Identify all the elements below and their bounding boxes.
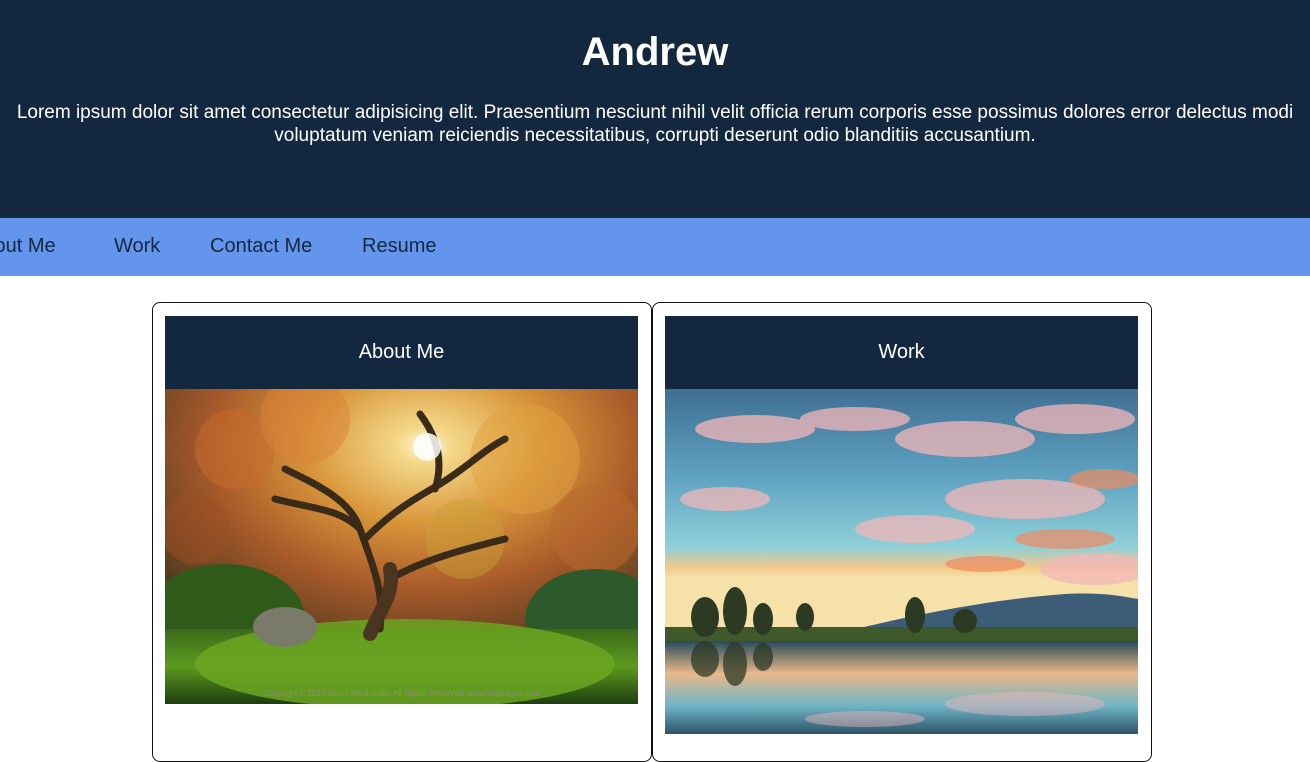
hero-description: Lorem ipsum dolor sit amet consectetur a…	[16, 102, 1294, 146]
card-about-me[interactable]: About Me Copyright © 2013 Gavin Hardcast…	[152, 302, 652, 762]
image-copyright: Copyright © 2013 Gavin Hardcastle. All R…	[263, 689, 540, 698]
nav-item-contact-me[interactable]: Contact Me	[210, 218, 312, 276]
nav-item-resume[interactable]: Resume	[362, 218, 436, 276]
card-image-autumn-tree: Copyright © 2013 Gavin Hardcastle. All R…	[165, 389, 638, 704]
nav-item-about-me[interactable]: About Me	[0, 218, 56, 276]
card-image-sunset-lake	[665, 389, 1138, 734]
card-work[interactable]: Work	[652, 302, 1152, 762]
nav-item-work[interactable]: Work	[114, 218, 160, 276]
card-header: About Me	[165, 316, 638, 389]
main-nav: About Me Work Contact Me Resume	[0, 218, 1310, 276]
page-title: Andrew	[581, 30, 729, 74]
card-header: Work	[665, 316, 1138, 389]
hero-banner: Andrew Lorem ipsum dolor sit amet consec…	[0, 0, 1310, 218]
